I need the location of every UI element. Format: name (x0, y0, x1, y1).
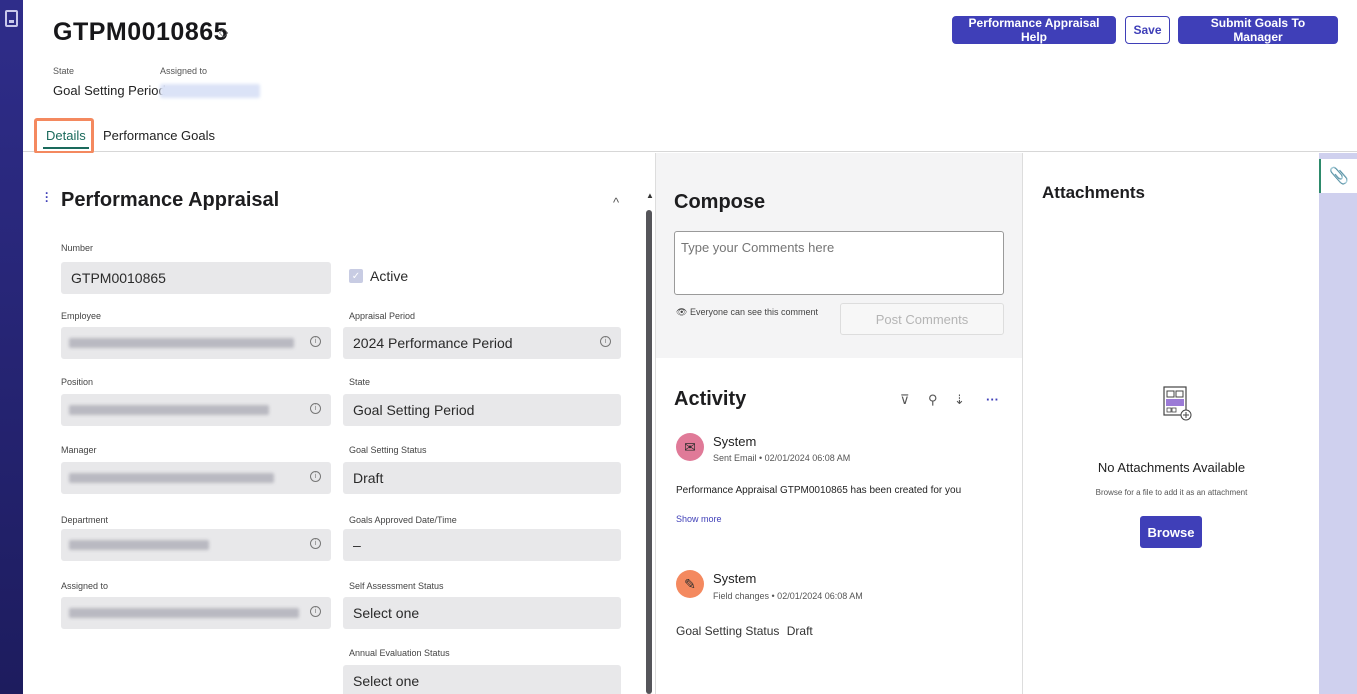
scroll-up-icon[interactable]: ▲ (646, 191, 654, 200)
goal-setting-status-value: Draft (353, 470, 384, 486)
save-button[interactable]: Save (1125, 16, 1170, 44)
goals-approved-field[interactable]: – (343, 529, 621, 561)
assigned-to-field-label: Assigned to (61, 581, 109, 591)
appraisal-period-field[interactable]: 2024 Performance Period i (343, 327, 621, 359)
state-field-value: Goal Setting Period (353, 402, 475, 418)
record-title: GTPM0010865 (53, 18, 229, 46)
info-icon[interactable]: i (600, 336, 611, 347)
department-label: Department (61, 515, 109, 525)
active-checkbox[interactable]: ✓ (349, 269, 363, 283)
info-icon[interactable]: i (310, 538, 321, 549)
department-value-redacted (69, 540, 209, 550)
compose-title: Compose (674, 191, 766, 213)
drag-handle-icon[interactable]: · · · (45, 187, 49, 207)
email-icon: ✉ (676, 433, 704, 461)
help-button[interactable]: Performance Appraisal Help (952, 16, 1116, 44)
number-value: GTPM0010865 (71, 270, 166, 286)
activity-author: System (713, 434, 757, 449)
activity-panel: Compose 👁 Everyone can see this comment … (655, 153, 1023, 694)
employee-field[interactable]: i (61, 327, 331, 359)
collapse-icon[interactable]: ^ (613, 195, 619, 210)
eye-icon: 👁 (676, 307, 688, 317)
self-assessment-status-select[interactable]: Select one (343, 597, 621, 629)
number-label: Number (61, 243, 94, 253)
state-field[interactable]: Goal Setting Period (343, 394, 621, 426)
manager-value-redacted (69, 473, 274, 483)
assigned-to-value-redacted (160, 84, 260, 98)
department-field[interactable]: i (61, 529, 331, 561)
employee-label: Employee (61, 311, 102, 321)
filter-icon[interactable]: ⊽ (900, 392, 910, 408)
state-label: State (53, 66, 75, 76)
field-change-name: Goal Setting Status (676, 624, 780, 638)
no-attachments-title: No Attachments Available (1097, 460, 1246, 475)
tab-performance-goals[interactable]: Performance Goals (103, 128, 215, 143)
tag-icon[interactable]: ◇ (218, 28, 232, 37)
position-field[interactable]: i (61, 394, 331, 426)
show-more-link[interactable]: Show more (676, 514, 722, 524)
app-menu-icon[interactable] (5, 10, 18, 27)
state-value: Goal Setting Period (53, 83, 166, 98)
comment-input[interactable] (674, 231, 1004, 295)
manager-field[interactable]: i (61, 462, 331, 494)
appraisal-period-value: 2024 Performance Period (353, 335, 513, 351)
goal-setting-status-label: Goal Setting Status (349, 445, 427, 455)
info-icon[interactable]: i (310, 403, 321, 414)
assigned-to-label: Assigned to (160, 66, 208, 76)
activity-author: System (713, 571, 757, 586)
active-label: Active (370, 268, 409, 284)
assigned-to-field[interactable]: i (61, 597, 331, 629)
sort-icon[interactable]: ⇣ (954, 392, 965, 408)
section-title: Performance Appraisal (61, 189, 280, 211)
attachments-panel: Attachments No Attachments Available Bro… (1022, 153, 1319, 694)
app-sidebar (0, 0, 23, 694)
field-change-value: Draft (786, 624, 813, 638)
search-icon[interactable]: ⚲ (928, 392, 938, 408)
info-icon[interactable]: i (310, 606, 321, 617)
activity-text: Performance Appraisal GTPM0010865 has be… (676, 485, 962, 496)
manager-label: Manager (61, 445, 97, 455)
annual-evaluation-status-select[interactable]: Select one (343, 665, 621, 694)
annual-evaluation-status-label: Annual Evaluation Status (349, 648, 450, 658)
visibility-note-text: Everyone can see this comment (689, 307, 819, 317)
visibility-note: 👁 Everyone can see this comment (676, 307, 818, 318)
submit-goals-button[interactable]: Submit Goals To Manager (1178, 16, 1338, 44)
form-panel: · · · Performance Appraisal ^ Number GTPM0… (23, 153, 643, 694)
edit-icon: ✎ (676, 570, 704, 598)
state-field-label: State (349, 377, 371, 387)
self-assessment-status-label: Self Assessment Status (349, 581, 444, 591)
appraisal-period-label: Appraisal Period (349, 311, 416, 321)
goals-approved-value: – (353, 537, 361, 553)
more-options-icon[interactable]: ··· (986, 392, 999, 407)
attachments-title: Attachments (1042, 183, 1145, 202)
tab-highlight-box (34, 118, 94, 154)
record-header: GTPM0010865 ◇ State Assigned to Goal Set… (23, 0, 1357, 154)
assigned-to-field-value-redacted (69, 608, 299, 618)
position-label: Position (61, 377, 94, 387)
form-scrollbar[interactable]: ▲ (643, 153, 655, 694)
number-field: GTPM0010865 (61, 262, 331, 294)
self-assessment-status-value: Select one (353, 605, 420, 621)
paperclip-icon[interactable]: 📎 (1319, 159, 1357, 193)
position-value-redacted (69, 405, 269, 415)
browse-button[interactable]: Browse (1140, 516, 1202, 548)
scroll-thumb[interactable] (646, 210, 652, 694)
activity-title: Activity (674, 388, 747, 410)
right-rail: 📎 (1319, 153, 1357, 694)
post-comments-button[interactable]: Post Comments (840, 303, 1004, 335)
field-change-entry: Goal Setting Status Draft (676, 624, 813, 638)
info-icon[interactable]: i (310, 336, 321, 347)
annual-evaluation-status-value: Select one (353, 673, 420, 689)
activity-meta: Field changes • 02/01/2024 06:08 AM (713, 591, 863, 601)
attachment-empty-icon (1163, 386, 1192, 421)
no-attachments-subtitle: Browse for a file to add it as an attach… (1095, 488, 1248, 497)
goal-setting-status-field[interactable]: Draft (343, 462, 621, 494)
employee-value-redacted (69, 338, 294, 348)
info-icon[interactable]: i (310, 471, 321, 482)
compose-section: Compose 👁 Everyone can see this comment … (656, 153, 1023, 358)
activity-meta: Sent Email • 02/01/2024 06:08 AM (713, 453, 851, 463)
goals-approved-label: Goals Approved Date/Time (349, 515, 457, 525)
activity-section: Activity ⊽ ⚲ ⇣ ··· ✉ System Sent Email •… (656, 358, 1023, 694)
